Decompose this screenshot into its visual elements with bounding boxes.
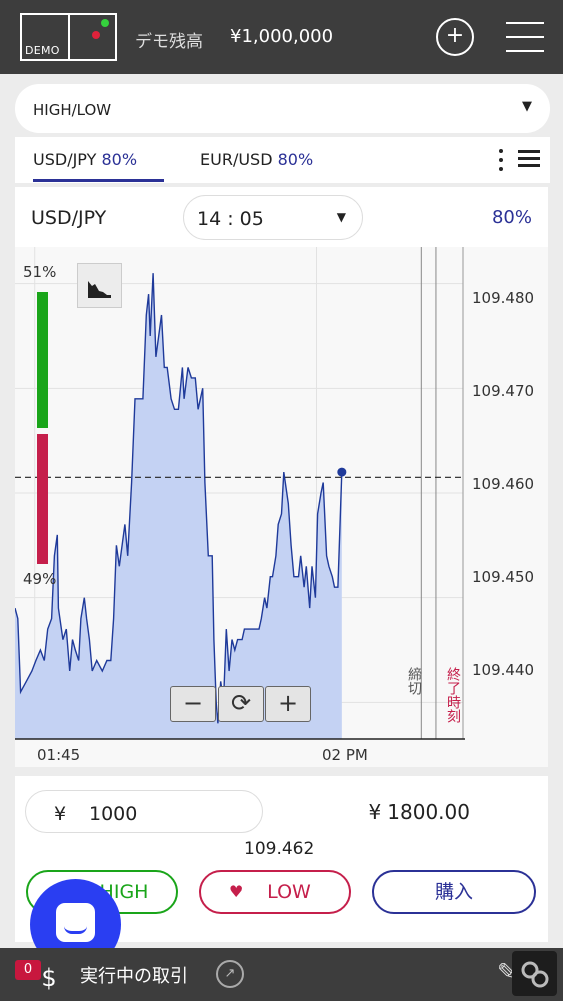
top-bar: DEMO デモ残高 ¥1,000,000 +	[0, 0, 563, 74]
chevron-down-icon: ▼	[336, 210, 346, 224]
pair-tabs: USD/JPY 80% EUR/USD 80%	[15, 137, 550, 183]
area-chart-icon	[88, 281, 111, 298]
low-ratio-bar	[37, 434, 48, 564]
logo-green-dot	[101, 19, 109, 27]
chart-type-button[interactable]	[77, 263, 122, 308]
expiry-time-value: 14 : 05	[197, 208, 264, 230]
y-tick-label: 109.440	[472, 661, 535, 679]
more-vertical-icon[interactable]	[499, 149, 503, 171]
link-icon[interactable]	[512, 951, 557, 996]
x-tick-label: 02 PM	[322, 746, 368, 764]
y-tick-label: 109.450	[472, 568, 535, 586]
high-ratio-bar	[37, 292, 48, 428]
demo-logo[interactable]: DEMO	[20, 13, 117, 61]
payout-rate: 80%	[491, 207, 532, 228]
payout-currency: ¥	[368, 800, 382, 824]
amount-input[interactable]: ¥ 1000	[25, 790, 263, 833]
low-button[interactable]: ♥ LOW	[199, 870, 351, 914]
asset-name: USD/JPY	[31, 207, 107, 229]
y-tick-label: 109.480	[472, 289, 535, 307]
add-button[interactable]: +	[436, 18, 474, 56]
y-tick-label: 109.460	[472, 475, 535, 493]
list-icon[interactable]	[518, 150, 540, 168]
heart-icon: ♥	[229, 882, 244, 901]
payout-amount: ¥1800.00	[369, 800, 470, 824]
zoom-in-button[interactable]: +	[265, 686, 311, 722]
chevron-down-icon: ▼	[522, 99, 532, 114]
option-type-select[interactable]: HIGH/LOW ▼	[15, 84, 550, 133]
external-link-icon[interactable]: ↗	[216, 960, 244, 988]
chart-panel: USD/JPY 14 : 05 ▼ 80% 51% 49% 109.480 10…	[15, 187, 548, 767]
reset-zoom-button[interactable]: ⟳	[218, 686, 264, 722]
logo-text: DEMO	[25, 44, 60, 57]
deadline-label: 締切	[406, 667, 422, 695]
logo-red-dot	[92, 31, 100, 39]
tab-pair: USD/JPY	[33, 150, 97, 169]
price-area	[15, 273, 342, 739]
price-chart[interactable]: 51% 49% 109.480 109.470 109.460 109.450 …	[15, 247, 548, 767]
logo-divider	[68, 15, 70, 59]
tab-pair: EUR/USD	[200, 150, 273, 169]
expiry-label: 終了時刻	[445, 667, 461, 723]
chat-icon	[56, 903, 95, 942]
hamburger-icon[interactable]	[506, 22, 544, 52]
buy-button[interactable]: 購入	[372, 870, 536, 914]
tab-payout: 80%	[101, 150, 138, 169]
low-ratio-label: 49%	[23, 570, 57, 588]
expiry-time-select[interactable]: 14 : 05 ▼	[183, 195, 363, 240]
x-tick-label: 01:45	[37, 746, 81, 764]
payout-value: 1800.00	[387, 800, 470, 824]
balance-value: ¥1,000,000	[230, 26, 334, 47]
balance-label: デモ残高	[135, 32, 203, 52]
bottom-bar[interactable]: 0 $ 実行中の取引 ↗ ✎	[0, 948, 563, 1001]
tab-eur-usd[interactable]: EUR/USD 80%	[200, 150, 313, 169]
low-button-label: LOW	[267, 881, 311, 903]
zoom-out-button[interactable]: −	[170, 686, 216, 722]
tab-payout: 80%	[277, 150, 314, 169]
currency-symbol: ¥	[54, 803, 67, 825]
dollar-refresh-icon: $	[41, 964, 57, 992]
y-tick-label: 109.470	[472, 382, 535, 400]
high-ratio-label: 51%	[23, 263, 57, 281]
active-trades-label: 実行中の取引	[80, 966, 188, 987]
tab-active-indicator	[33, 179, 164, 182]
current-rate: 109.462	[244, 839, 315, 859]
option-type-value: HIGH/LOW	[33, 101, 112, 119]
tab-usd-jpy[interactable]: USD/JPY 80%	[33, 150, 137, 169]
current-price-point	[337, 467, 347, 477]
amount-value: 1000	[89, 803, 138, 825]
link-icon-svg	[521, 961, 549, 988]
